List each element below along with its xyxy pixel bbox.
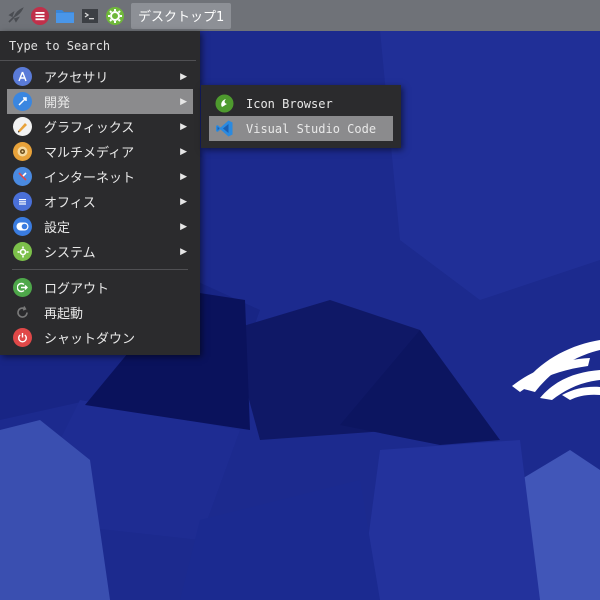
submenu-arrow-icon: ▶ (180, 246, 187, 257)
workspace-button[interactable]: デスクトップ1 (131, 2, 232, 29)
menu-item-shutdown[interactable]: シャットダウン (7, 325, 193, 350)
menu-item-multimedia[interactable]: マルチメディア ▶ (7, 139, 193, 164)
submenu-arrow-icon: ▶ (180, 121, 187, 132)
menu-item-label: 再起動 (44, 307, 84, 322)
menu-item-label: グラフィックス (44, 121, 135, 136)
application-menu: Type to Search アクセサリ ▶ 開発 ▶ グラフィックス ▶ マル… (0, 31, 200, 355)
restart-icon (13, 303, 32, 322)
submenu-arrow-icon: ▶ (180, 196, 187, 207)
graphics-icon (13, 117, 32, 136)
accessories-icon (13, 67, 32, 86)
submenu-arrow-icon: ▶ (180, 96, 187, 107)
top-panel: デスクトップ1 (0, 0, 600, 31)
submenu-item-icon-browser[interactable]: Icon Browser (209, 91, 393, 116)
icon-browser-icon (215, 94, 234, 113)
menu-item-label: マルチメディア (44, 146, 135, 161)
folder-icon[interactable] (54, 5, 76, 27)
internet-icon (13, 167, 32, 186)
multimedia-icon (13, 142, 32, 161)
submenu-item-vscode[interactable]: Visual Studio Code (209, 116, 393, 141)
settings-icon[interactable] (104, 5, 126, 27)
menu-item-internet[interactable]: インターネット ▶ (7, 164, 193, 189)
menu-item-label: 開発 (44, 96, 71, 111)
submenu-arrow-icon: ▶ (180, 221, 187, 232)
category-list: アクセサリ ▶ 開発 ▶ グラフィックス ▶ マルチメディア ▶ インターネット… (0, 61, 200, 350)
menu-separator (12, 269, 188, 270)
menu-item-development[interactable]: 開発 ▶ (7, 89, 193, 114)
menu-item-restart[interactable]: 再起動 (7, 300, 193, 325)
search-input[interactable]: Type to Search (0, 31, 196, 61)
menu-item-label: ログアウト (44, 282, 110, 297)
menu-icon[interactable] (29, 5, 51, 27)
submenu-arrow-icon: ▶ (180, 146, 187, 157)
menu-item-label: 設定 (44, 221, 71, 236)
development-icon (13, 92, 32, 111)
menu-item-preferences[interactable]: 設定 ▶ (7, 214, 193, 239)
menu-item-graphics[interactable]: グラフィックス ▶ (7, 114, 193, 139)
logout-icon (13, 278, 32, 297)
menu-item-office[interactable]: オフィス ▶ (7, 189, 193, 214)
menu-item-label: インターネット (44, 171, 136, 186)
menu-item-label: オフィス (44, 196, 96, 211)
preferences-toggle-icon (13, 217, 32, 236)
menu-item-system[interactable]: システム ▶ (7, 239, 193, 264)
submenu-item-label: Visual Studio Code (246, 121, 377, 136)
menu-item-label: システム (44, 246, 96, 261)
submenu-arrow-icon: ▶ (180, 171, 187, 182)
vscode-icon (215, 119, 234, 138)
power-icon (13, 328, 32, 347)
menu-item-accessories[interactable]: アクセサリ ▶ (7, 64, 193, 89)
system-gear-icon (13, 242, 32, 261)
menu-item-label: シャットダウン (44, 332, 136, 347)
menu-item-logout[interactable]: ログアウト (7, 275, 193, 300)
submenu-arrow-icon: ▶ (180, 71, 187, 82)
menu-item-label: アクセサリ (44, 71, 109, 86)
submenu-item-label: Icon Browser (246, 96, 333, 111)
development-submenu: Icon Browser Visual Studio Code (201, 85, 401, 148)
rocket-launcher-icon[interactable] (4, 5, 26, 27)
office-icon (13, 192, 32, 211)
terminal-icon[interactable] (79, 5, 101, 27)
